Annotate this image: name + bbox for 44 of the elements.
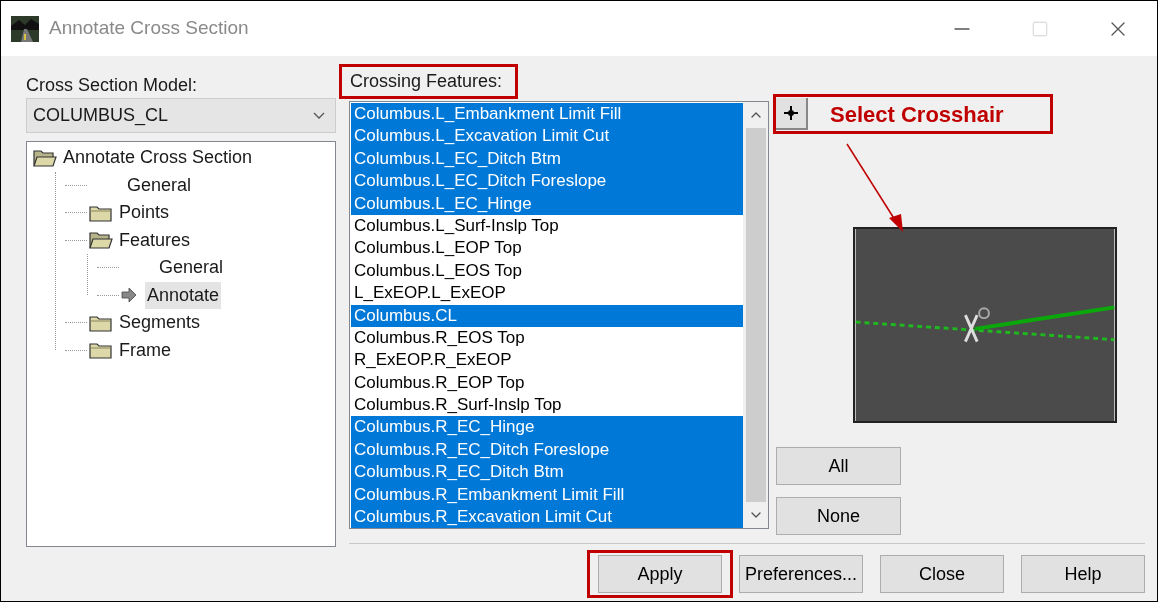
list-item[interactable]: Columbus.L_EOS Top — [351, 259, 743, 283]
list-item[interactable]: Columbus.L_Surf-Inslp Top — [351, 214, 743, 238]
arrow-icon — [121, 288, 137, 303]
list-item[interactable]: R_ExEOP.R_ExEOP — [351, 349, 743, 372]
dialog-button[interactable]: Help — [1021, 555, 1145, 593]
list-item[interactable]: Columbus.L_EC_Ditch Btm — [351, 147, 743, 171]
crosshair-button[interactable] — [776, 98, 808, 130]
model-label: Cross Section Model: — [26, 74, 199, 94]
chevron-down-icon — [313, 112, 325, 119]
road-icon — [11, 15, 39, 42]
tree-item[interactable]: Annotate — [145, 281, 222, 309]
tree-item[interactable]: Segments — [117, 309, 203, 337]
tree-item[interactable]: Frame — [117, 336, 173, 364]
list-item[interactable]: Columbus.R_Excavation Limit Cut — [351, 506, 743, 529]
list-item[interactable]: Columbus.L_Excavation Limit Cut — [351, 125, 743, 148]
list-item[interactable]: Columbus.R_EC_Ditch Btm — [351, 461, 743, 484]
scrollbar[interactable] — [743, 102, 768, 528]
list-item[interactable]: Columbus.R_Embankment Limit Fill — [351, 483, 743, 507]
list-item[interactable]: Columbus.R_EOS Top — [351, 326, 743, 350]
list-item[interactable]: Columbus.L_EOP Top — [351, 237, 743, 260]
list-item[interactable]: Columbus.R_EC_Ditch Foreslope — [351, 438, 743, 462]
list-item[interactable]: Columbus.L_Embankment Limit Fill — [351, 103, 743, 126]
tree-item[interactable]: Annotate Cross Section — [61, 144, 255, 172]
list-item[interactable]: L_ExEOP.L_ExEOP — [351, 282, 743, 305]
window-title: Annotate Cross Section — [49, 16, 249, 41]
crossing-features-label: Crossing Features: — [350, 70, 503, 93]
model-dropdown[interactable]: COLUMBUS_CL — [26, 98, 336, 133]
callout-text: Select Crosshair — [830, 100, 1004, 129]
dialog-button[interactable]: Close — [880, 555, 1004, 593]
tree-item[interactable]: General — [125, 171, 194, 199]
list-item[interactable]: Columbus.L_EC_Ditch Foreslope — [351, 170, 743, 193]
list-item[interactable]: Columbus.R_EOP Top — [351, 371, 743, 395]
list-item[interactable]: Columbus.CL — [351, 304, 743, 327]
list-item[interactable]: Columbus.L_EC_Hinge — [351, 192, 743, 215]
selection-button[interactable]: All — [776, 447, 901, 485]
tree-item[interactable]: Features — [117, 226, 193, 254]
list-item[interactable]: Columbus.R_EC_Hinge — [351, 416, 743, 439]
crosshair-icon — [783, 105, 799, 121]
selection-button[interactable]: None — [776, 497, 901, 535]
tree-item[interactable]: Points — [117, 199, 172, 227]
dialog-button[interactable]: Preferences... — [739, 555, 863, 593]
dialog-button[interactable]: Apply — [598, 555, 722, 593]
tree-item[interactable]: General — [157, 254, 226, 282]
list-item[interactable]: Columbus.R_Surf-Inslp Top — [351, 394, 743, 417]
